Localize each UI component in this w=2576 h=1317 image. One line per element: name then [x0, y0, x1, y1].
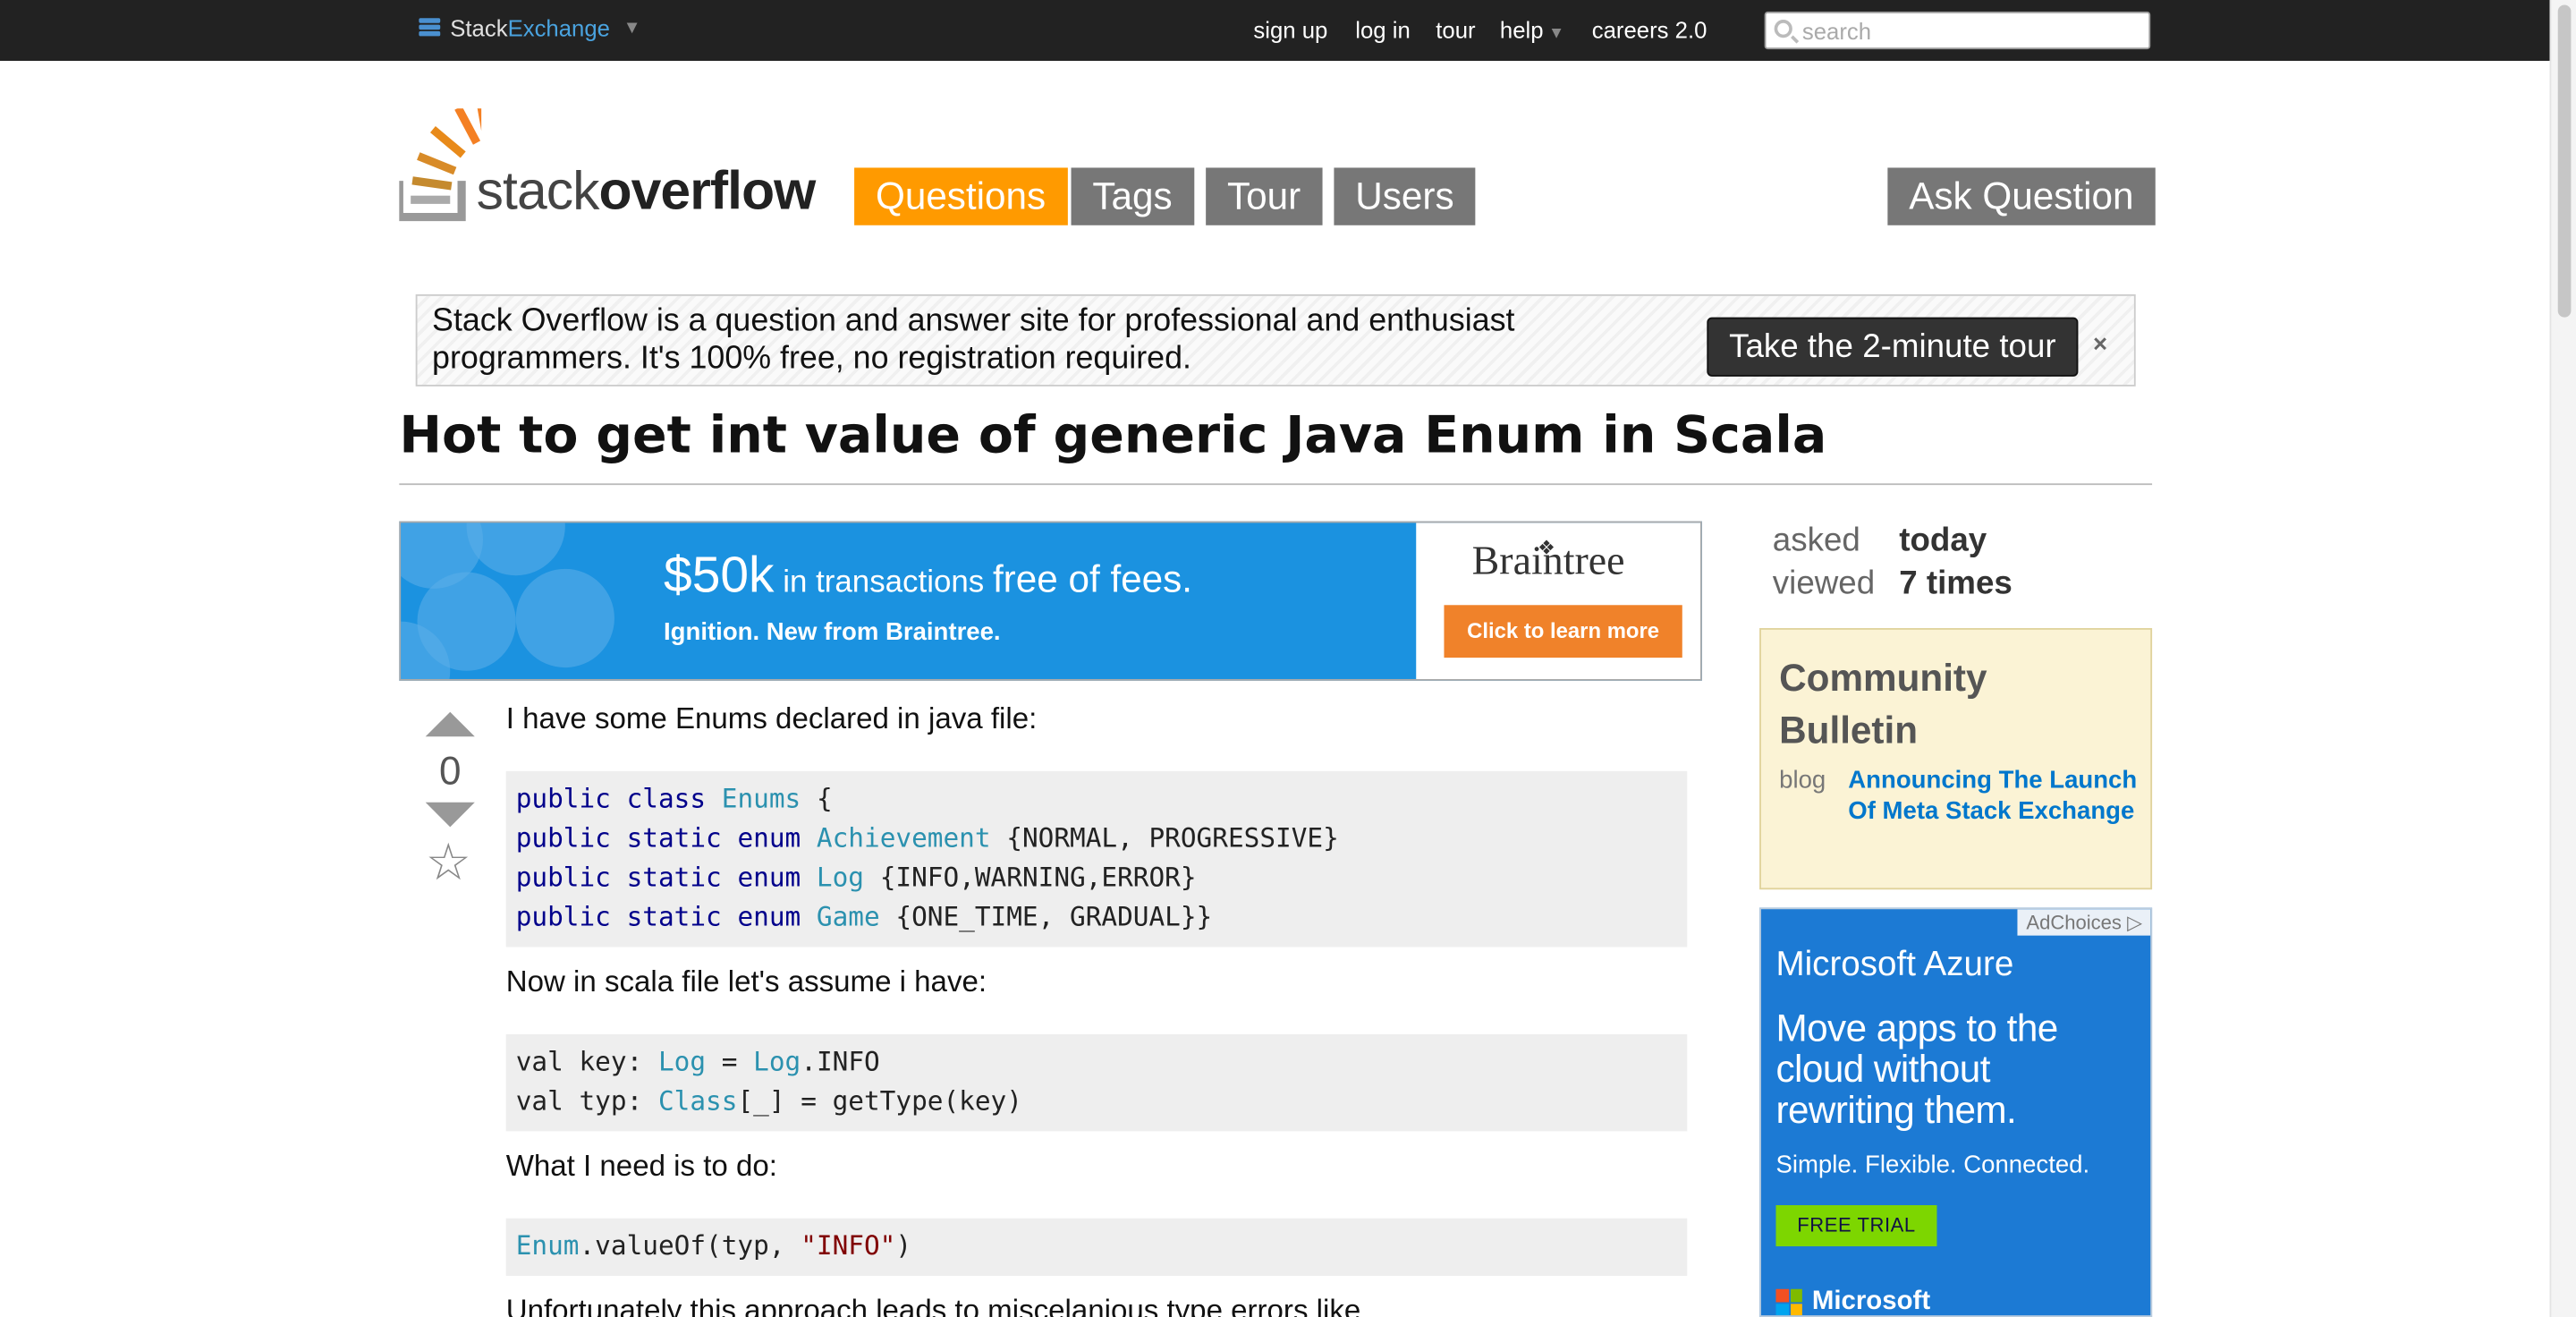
code-line: public static enum Game {ONE_TIME, GRADU…	[515, 901, 1213, 932]
top-bar: StackExchange ▼ sign up log in tour help…	[0, 0, 2550, 61]
stackoverflow-logo-icon	[394, 93, 490, 222]
community-bulletin: Community Bulletin blog Announcing The L…	[1759, 628, 2153, 890]
asked-info: asked today	[1772, 523, 1987, 559]
free-trial-button[interactable]: FREE TRIAL	[1775, 1205, 1937, 1246]
favorite-star-icon[interactable]: ☆	[426, 837, 471, 888]
ask-question-button[interactable]: Ask Question	[1887, 167, 2156, 225]
adchoices-badge[interactable]: AdChoices ▷	[2018, 909, 2151, 936]
stackoverflow-logo[interactable]: stackoverflow	[394, 93, 826, 224]
code-block: public class Enums { public static enum …	[505, 770, 1688, 947]
code-line: public static enum Achievement {NORMAL, …	[515, 821, 1339, 854]
bulletin-tag: blog	[1779, 766, 1826, 794]
chevron-down-icon: ▼	[623, 18, 641, 38]
scrollbar[interactable]	[2549, 0, 2576, 1317]
search-icon	[1774, 20, 1792, 38]
stackexchange-menu[interactable]: StackExchange ▼	[419, 15, 641, 41]
ad-subline: Ignition. New from Braintree.	[664, 617, 1001, 647]
page: StackExchange ▼ sign up log in tour help…	[0, 0, 2576, 1317]
code-line: public class Enums {	[515, 782, 833, 814]
question-title[interactable]: Hot to get int value of generic Java Enu…	[399, 406, 1826, 465]
vote-down-icon[interactable]	[425, 802, 475, 828]
tour-link[interactable]: tour	[1436, 16, 1475, 42]
code-block: Enum.valueOf(typ, "INFO")	[505, 1218, 1688, 1277]
post-paragraph: Unfortunately this approach leads to mis…	[505, 1294, 1361, 1317]
diamond-icon: ❖	[1538, 536, 1555, 559]
close-icon[interactable]: ×	[2093, 330, 2107, 358]
code-block: val key: Log = Log.INFO val typ: Class[_…	[505, 1033, 1688, 1132]
search-box[interactable]	[1764, 11, 2151, 50]
nav-questions[interactable]: Questions	[854, 167, 1068, 225]
nav-tags[interactable]: Tags	[1071, 167, 1194, 225]
chevron-down-icon: ▼	[1548, 24, 1565, 43]
login-link[interactable]: log in	[1355, 16, 1410, 42]
search-input[interactable]	[1801, 16, 2131, 45]
code-line: Enum.valueOf(typ, "INFO")	[515, 1229, 912, 1262]
adchoices-icon: ▷	[2127, 911, 2143, 934]
post-paragraph: What I need is to do:	[505, 1149, 777, 1183]
post-paragraph: I have some Enums declared in java file:	[505, 701, 1038, 735]
learn-more-button[interactable]: Click to learn more	[1444, 605, 1682, 658]
viewed-info: viewed 7 times	[1772, 565, 2012, 602]
ad-tagline: Simple. Flexible. Connected.	[1775, 1151, 2090, 1179]
ad-headline: $50k in transactions free of fees.	[664, 546, 1193, 604]
help-menu[interactable]: help ▼	[1500, 16, 1564, 42]
braintree-logo: ❖ Braintree	[1471, 536, 1625, 584]
scrollbar-thumb[interactable]	[2557, 4, 2572, 318]
banner-text: Stack Overflow is a question and answer …	[432, 302, 1515, 377]
braintree-ad[interactable]: $50k in transactions free of fees. Ignit…	[399, 521, 1702, 681]
bulletin-heading: Community Bulletin	[1779, 656, 1987, 752]
take-tour-button[interactable]: Take the 2-minute tour	[1707, 317, 2079, 377]
ad-title: Microsoft Azure	[1775, 945, 2014, 983]
vote-up-icon[interactable]	[425, 711, 475, 737]
nav-users[interactable]: Users	[1334, 167, 1476, 225]
decorative-hexagon	[466, 523, 565, 576]
decorative-hexagon	[515, 568, 614, 668]
code-line: public static enum Log {INFO,WARNING,ERR…	[515, 861, 1197, 893]
tour-banner: Stack Overflow is a question and answer …	[415, 293, 2136, 387]
ad-headline: Move apps to the cloud without rewriting…	[1775, 1006, 2058, 1132]
code-line: val key: Log = Log.INFO	[515, 1045, 880, 1077]
nav-tour[interactable]: Tour	[1206, 167, 1323, 225]
microsoft-logo	[1775, 1288, 1802, 1316]
post-paragraph: Now in scala file let's assume i have:	[505, 964, 987, 998]
bulletin-link[interactable]: Announcing The Launch Of Meta Stack Exch…	[1848, 765, 2144, 828]
stackexchange-icon	[419, 17, 441, 38]
code-line: val typ: Class[_] = getType(key)	[515, 1084, 1022, 1117]
divider	[399, 483, 2153, 486]
careers-link[interactable]: careers 2.0	[1592, 16, 1707, 42]
vote-count: 0	[438, 749, 462, 794]
azure-ad[interactable]: AdChoices ▷ Microsoft Azure Move apps to…	[1759, 907, 2153, 1317]
microsoft-brand: Microsoft	[1775, 1287, 1930, 1316]
signup-link[interactable]: sign up	[1253, 16, 1327, 42]
